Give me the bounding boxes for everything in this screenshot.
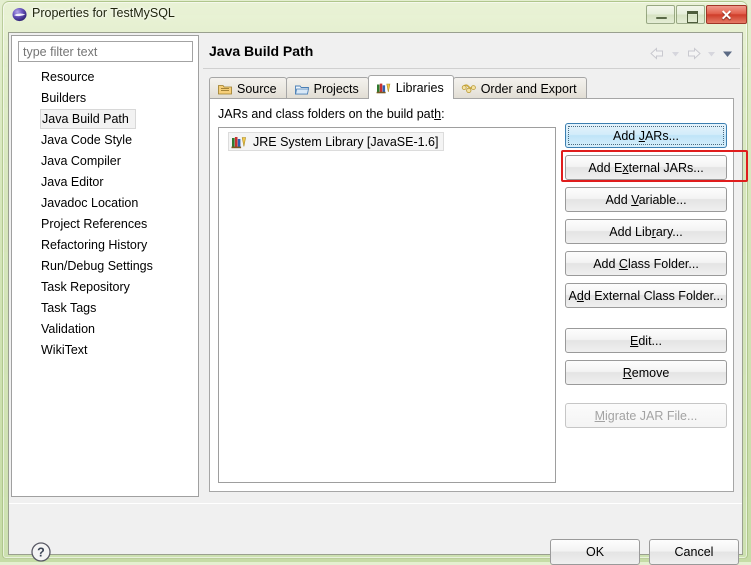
jar-list-label: JARs and class folders on the build path…	[218, 107, 445, 121]
source-folder-icon	[218, 84, 232, 94]
tab-label: Libraries	[395, 80, 444, 95]
sidebar-item-builders[interactable]: Builders	[13, 88, 197, 108]
content-panel: Java Build Path Source Projects Librarie…	[203, 35, 740, 497]
tab-order-and-export[interactable]: Order and Export	[452, 77, 587, 99]
page-title: Java Build Path	[209, 43, 314, 59]
sidebar-item-javadoc-location[interactable]: Javadoc Location	[13, 193, 197, 213]
jre-library-icon	[231, 136, 246, 148]
ok-button[interactable]: OK	[550, 539, 640, 565]
sidebar-item-java-build-path[interactable]: Java Build Path	[40, 109, 136, 129]
add-library-button[interactable]: Add Library...	[565, 219, 727, 244]
sidebar-item-task-tags[interactable]: Task Tags	[13, 298, 197, 318]
forward-chevron-down-icon[interactable]	[705, 46, 718, 61]
sidebar-item-task-repository[interactable]: Task Repository	[13, 277, 197, 297]
button-label: Add Variable...	[605, 192, 687, 207]
maximize-button[interactable]	[676, 5, 705, 24]
button-label: Add Library...	[609, 224, 683, 239]
help-question-icon[interactable]: ?	[30, 541, 52, 563]
sidebar-item-project-references[interactable]: Project References	[13, 214, 197, 234]
dialog-client-area: ResourceBuildersJava Build PathJava Code…	[8, 32, 748, 565]
button-label: Add External Class Folder...	[568, 288, 724, 303]
close-icon: ✕	[720, 7, 733, 23]
migrate-jar-file-button: Migrate JAR File...	[565, 403, 727, 428]
sidebar-item-validation[interactable]: Validation	[13, 319, 197, 339]
cancel-button[interactable]: Cancel	[649, 539, 739, 565]
add-class-folder-button[interactable]: Add Class Folder...	[565, 251, 727, 276]
properties-dialog-window: Properties for TestMySQL ✕ ResourceBuild…	[0, 0, 751, 565]
build-path-tabs[interactable]: Source Projects Libraries Order and Export	[209, 75, 587, 99]
forward-arrow-icon[interactable]	[685, 46, 702, 61]
title-separator	[203, 68, 740, 69]
navigation-history-controls[interactable]	[624, 45, 734, 61]
eclipse-sphere-icon	[12, 7, 27, 22]
tab-label: Projects	[313, 81, 359, 96]
tab-libraries[interactable]: Libraries	[367, 75, 454, 99]
minimize-button[interactable]	[646, 5, 675, 24]
back-chevron-down-icon[interactable]	[669, 46, 682, 61]
projects-folder-icon	[294, 85, 309, 94]
tab-projects[interactable]: Projects	[285, 77, 369, 99]
edit-button[interactable]: Edit...	[565, 328, 727, 353]
list-item[interactable]: JRE System Library [JavaSE-1.6]	[228, 132, 445, 151]
button-label: Add JARs...	[612, 128, 679, 143]
close-button[interactable]: ✕	[706, 5, 747, 24]
add-external-jars-button[interactable]: Add External JARs...	[565, 155, 727, 180]
svg-text:?: ?	[37, 546, 45, 560]
back-arrow-icon[interactable]	[649, 46, 666, 61]
sidebar-item-refactoring-history[interactable]: Refactoring History	[13, 235, 197, 255]
jar-list[interactable]: JRE System Library [JavaSE-1.6]	[218, 127, 556, 483]
sidebar-item-java-editor[interactable]: Java Editor	[13, 172, 197, 192]
button-label: Add Class Folder...	[593, 256, 699, 271]
button-label: Migrate JAR File...	[594, 408, 698, 423]
settings-nav-panel: ResourceBuildersJava Build PathJava Code…	[11, 35, 199, 497]
button-label: Add External JARs...	[588, 160, 704, 175]
add-external-class-folder-button[interactable]: Add External Class Folder...	[565, 283, 727, 308]
remove-button[interactable]: Remove	[565, 360, 727, 385]
sidebar-item-resource[interactable]: Resource	[13, 67, 197, 87]
list-item-label: JRE System Library [JavaSE-1.6]	[253, 134, 439, 149]
sidebar-item-run-debug-settings[interactable]: Run/Debug Settings	[13, 256, 197, 276]
more-chevron-down-icon[interactable]	[721, 46, 734, 61]
libraries-tab-panel: JARs and class folders on the build path…	[209, 98, 734, 492]
add-jars-button[interactable]: Add JARs...	[565, 123, 727, 148]
footer-separator	[9, 503, 742, 504]
sidebar-item-wikitext[interactable]: WikiText	[13, 340, 197, 360]
filter-input[interactable]	[18, 41, 193, 62]
tab-source[interactable]: Source	[209, 77, 287, 99]
sidebar-item-java-compiler[interactable]: Java Compiler	[13, 151, 197, 171]
tab-label: Order and Export	[480, 81, 577, 96]
library-action-buttons[interactable]: Add JARs... Add External JARs... Add Varia…	[565, 123, 727, 435]
add-variable-button[interactable]: Add Variable...	[565, 187, 727, 212]
button-label: Remove	[622, 365, 670, 380]
button-label: Edit...	[630, 333, 662, 348]
sidebar-item-java-code-style[interactable]: Java Code Style	[13, 130, 197, 150]
tab-label: Source	[237, 81, 277, 96]
title-bar[interactable]: Properties for TestMySQL ✕	[3, 2, 748, 28]
order-export-icon	[461, 83, 476, 93]
libraries-books-icon	[376, 83, 391, 93]
settings-tree[interactable]: Resource Builders Java Build Path Java Code…	[13, 67, 197, 495]
window-title: Properties for TestMySQL	[32, 6, 175, 20]
